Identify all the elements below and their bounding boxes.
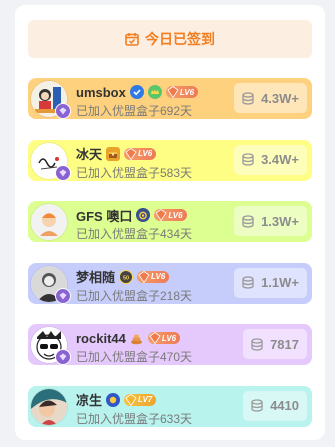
coins-icon xyxy=(242,91,254,105)
name-line: rockit44 LV6 xyxy=(76,330,181,346)
medal-icon xyxy=(136,208,151,222)
level-badge: LV7 xyxy=(124,393,157,406)
treasure-chest-icon xyxy=(106,146,121,161)
user-name[interactable]: 冰天 xyxy=(76,144,102,163)
join-days-text: 已加入优盟盒子692天 xyxy=(76,104,193,118)
user-name[interactable]: GFS 噢口 xyxy=(76,206,132,225)
user-name[interactable]: 凉生 xyxy=(76,390,102,409)
points-value: 1.3W+ xyxy=(261,213,299,229)
points-chip: 3.4W+ xyxy=(234,144,307,175)
coins-icon xyxy=(242,214,254,228)
coins-icon xyxy=(242,153,254,166)
coins-icon xyxy=(242,276,254,289)
checkin-label: 今日已签到 xyxy=(145,31,215,47)
vip-diamond-icon xyxy=(55,103,71,119)
points-chip: 1.3W+ xyxy=(234,206,307,236)
vip-diamond-icon xyxy=(55,164,71,181)
name-line: 凉生 LV7 xyxy=(76,390,157,409)
join-days-text: 已加入优盟盒子434天 xyxy=(76,227,193,241)
checkin-button[interactable]: 今日已签到 xyxy=(28,20,312,58)
coins-icon xyxy=(251,337,263,351)
list-item[interactable]: 梦相随 50 LV6 已加入优盟盒子218天 1.1W+ xyxy=(28,262,312,304)
streak-50-icon: 50 xyxy=(119,269,134,284)
level-badge: LV6 xyxy=(137,270,170,283)
level-badge: LV6 xyxy=(147,332,181,344)
join-days-text: 已加入优盟盒子218天 xyxy=(76,288,193,303)
gold-badge-icon xyxy=(106,392,121,407)
user-name[interactable]: rockit44 xyxy=(76,331,126,346)
verified-check-icon xyxy=(129,85,144,99)
name-line: 梦相随 50 LV6 xyxy=(76,267,170,286)
user-name[interactable]: umsbox xyxy=(76,85,126,100)
list-item[interactable]: 凉生 LV7 已加入优盟盒子633天 4410 xyxy=(28,385,312,427)
user-name[interactable]: 梦相随 xyxy=(76,267,115,286)
calendar-check-icon xyxy=(125,32,139,46)
points-value: 3.4W+ xyxy=(261,152,299,167)
user-ranking-list: umsbox LV6 已加入优盟盒子692天 4.3W+ 冰天 LV6 已加入优… xyxy=(28,78,312,447)
level-badge: LV6 xyxy=(154,209,187,221)
points-value: 4410 xyxy=(270,398,299,413)
points-value: 7817 xyxy=(270,336,299,352)
avatar[interactable] xyxy=(31,388,67,425)
level-badge: LV6 xyxy=(124,147,157,160)
coins-icon xyxy=(251,399,263,412)
list-item[interactable]: 冰天 LV6 已加入优盟盒子583天 3.4W+ xyxy=(28,139,312,181)
points-value: 1.1W+ xyxy=(261,275,299,290)
name-line: 冰天 LV6 xyxy=(76,144,157,163)
join-days-text: 已加入优盟盒子633天 xyxy=(76,411,193,426)
join-days-text: 已加入优盟盒子583天 xyxy=(76,165,193,180)
points-value: 4.3W+ xyxy=(261,90,299,106)
list-item[interactable]: GFS 噢口 LV6 已加入优盟盒子434天 1.3W+ xyxy=(28,201,312,242)
svg-text:50: 50 xyxy=(123,275,129,281)
points-chip: 4.3W+ xyxy=(234,83,307,113)
points-chip: 1.1W+ xyxy=(234,267,307,298)
points-chip: 4410 xyxy=(243,390,307,421)
name-line: GFS 噢口 LV6 xyxy=(76,206,187,225)
list-item[interactable]: umsbox LV6 已加入优盟盒子692天 4.3W+ xyxy=(28,78,312,119)
name-line: umsbox LV6 xyxy=(76,84,199,100)
checkin-panel: 今日已签到 umsbox LV6 已加入优盟盒子692天 4.3W+ 冰天 LV… xyxy=(15,5,325,440)
avatar[interactable] xyxy=(31,204,67,240)
crown-medal-icon xyxy=(147,85,162,99)
vip-diamond-icon xyxy=(55,349,71,365)
join-days-text: 已加入优盟盒子470天 xyxy=(76,350,193,364)
points-chip: 7817 xyxy=(243,329,307,359)
level-badge: LV6 xyxy=(165,86,199,98)
list-item[interactable]: rockit44 LV6 已加入优盟盒子470天 7817 xyxy=(28,324,312,365)
vip-diamond-icon xyxy=(55,287,71,304)
poop-icon xyxy=(130,331,144,345)
